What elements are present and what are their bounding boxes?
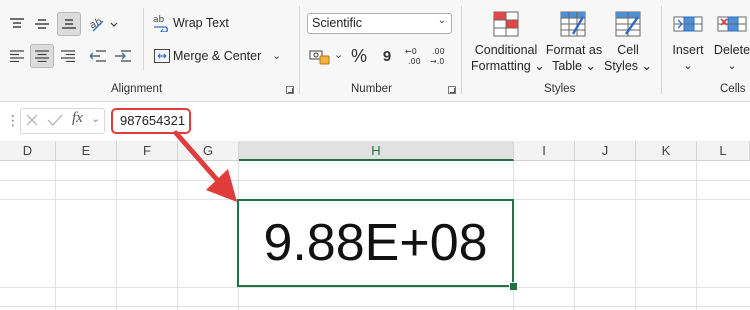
fill-handle[interactable] (509, 282, 518, 291)
alignment-inner-divider (143, 8, 144, 70)
wrap-text-button[interactable]: Wrap Text (173, 16, 229, 30)
grid-line (0, 180, 750, 181)
column-header-f[interactable]: F (117, 141, 178, 161)
number-dialog-launcher-icon[interactable] (448, 86, 456, 94)
enter-icon[interactable] (47, 113, 63, 132)
comma-style-icon[interactable]: 9 (375, 46, 399, 66)
format-as-table-label-1: Format as (545, 43, 603, 57)
percent-style-icon[interactable]: % (348, 46, 370, 66)
cell-value: 9.88E+08 (263, 214, 488, 272)
group-separator (661, 6, 662, 94)
alignment-group-label: Alignment (111, 83, 163, 95)
increase-indent-icon[interactable] (113, 47, 133, 65)
number-format-value: Scientific (312, 16, 363, 30)
svg-text:.00: .00 (432, 47, 445, 56)
chevron-down-icon: ⌄ (437, 15, 446, 26)
conditional-formatting-icon (491, 10, 521, 38)
cell-styles-button[interactable]: Cell Styles ⌄ (603, 42, 653, 74)
ribbon: ab ab Wrap Text Merge & Center ⌄ Alignme… (0, 0, 750, 102)
merge-dropdown-chevron-icon[interactable]: ⌄ (272, 49, 281, 62)
more-options-icon[interactable]: ⋮ (6, 113, 20, 127)
insert-label: Insert (672, 43, 704, 57)
merge-center-button[interactable]: Merge & Center (173, 49, 261, 63)
formula-input[interactable]: 987654321 (111, 108, 191, 134)
conditional-formatting-button[interactable]: Conditional Formatting ⌄ (471, 42, 545, 74)
insert-chevron-icon: ⌄ (683, 60, 693, 72)
orientation-icon[interactable]: ab (88, 14, 120, 34)
delete-button[interactable]: Delete ⌄ (712, 42, 750, 74)
delete-cells-icon (716, 10, 748, 38)
bottom-align-icon[interactable] (57, 12, 81, 36)
cell-styles-label-1: Cell (617, 43, 639, 57)
cells-group-label: Cells (720, 83, 746, 95)
styles-group-label: Styles (544, 83, 576, 95)
column-header-i[interactable]: I (514, 141, 575, 161)
middle-align-icon[interactable] (33, 15, 51, 33)
conditional-formatting-label-2: Formatting ⌄ (471, 59, 545, 73)
insert-button[interactable]: Insert ⌄ (668, 42, 708, 74)
column-header-h[interactable]: H (239, 141, 514, 161)
merge-center-icon (153, 47, 171, 65)
align-right-icon[interactable] (59, 47, 77, 65)
group-separator (299, 6, 300, 94)
grid-line (0, 306, 750, 307)
wrap-text-icon: ab (153, 14, 171, 32)
column-header-l[interactable]: L (697, 141, 750, 161)
svg-text:ab: ab (153, 15, 165, 25)
number-format-dropdown[interactable]: Scientific ⌄ (307, 13, 452, 34)
number-group-label: Number (351, 83, 392, 95)
column-header-d[interactable]: D (0, 141, 56, 161)
accounting-format-icon[interactable] (308, 46, 332, 66)
svg-text:←0: ←0 (405, 47, 417, 56)
decrease-indent-icon[interactable] (88, 47, 108, 65)
svg-text:.00: .00 (408, 57, 421, 66)
svg-text:ab: ab (89, 16, 104, 31)
increase-decimal-icon[interactable]: ←0.00 (404, 45, 426, 67)
expand-chevron-icon[interactable]: ⌄ (91, 112, 100, 125)
delete-chevron-icon: ⌄ (727, 60, 737, 72)
conditional-formatting-label-1: Conditional (474, 43, 538, 57)
align-left-icon[interactable] (8, 47, 26, 65)
column-header-e[interactable]: E (56, 141, 117, 161)
column-header-k[interactable]: K (636, 141, 697, 161)
alignment-dialog-launcher-icon[interactable] (286, 86, 294, 94)
cell-styles-icon (613, 10, 643, 38)
format-as-table-icon (558, 10, 588, 38)
format-as-table-label-2: Table ⌄ (552, 59, 596, 73)
cancel-icon[interactable] (25, 113, 39, 132)
svg-text:→.0: →.0 (430, 57, 444, 66)
top-align-icon[interactable] (8, 15, 26, 33)
align-center-icon[interactable] (30, 44, 54, 68)
cell-styles-label-2: Styles ⌄ (604, 59, 652, 73)
group-separator (461, 6, 462, 94)
insert-cells-icon (672, 10, 704, 38)
accounting-chevron-icon[interactable]: ⌄ (334, 48, 343, 61)
delete-label: Delete (713, 43, 750, 57)
format-as-table-button[interactable]: Format as Table ⌄ (543, 42, 605, 74)
column-header-j[interactable]: J (575, 141, 636, 161)
grid-line (0, 287, 750, 288)
selected-cell-h[interactable]: 9.88E+08 (237, 199, 514, 287)
insert-function-icon[interactable]: fx (72, 110, 83, 127)
column-header-g[interactable]: G (178, 141, 239, 161)
decrease-decimal-icon[interactable]: .00 →.0 (429, 45, 451, 67)
